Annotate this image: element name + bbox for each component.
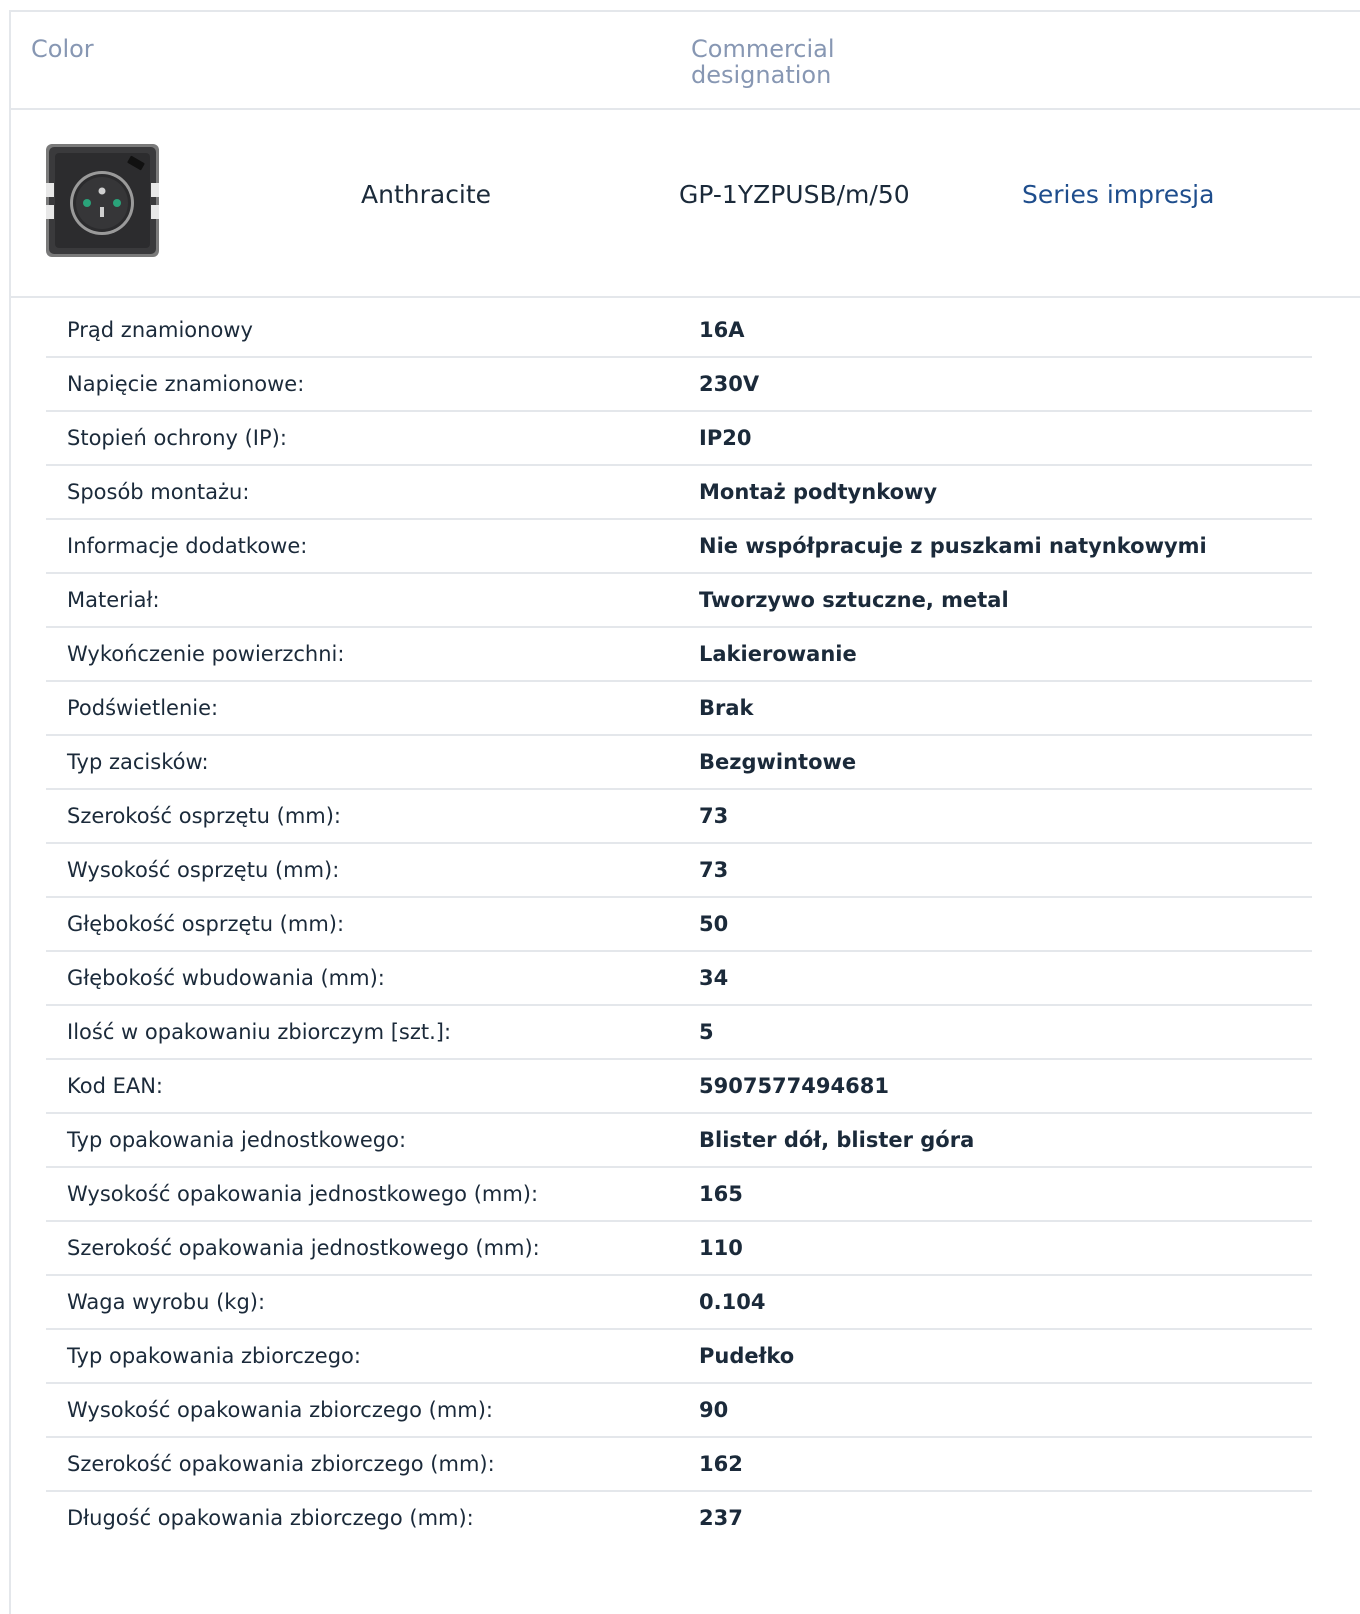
spec-value: 237 bbox=[699, 1506, 743, 1530]
spec-label: Waga wyrobu (kg): bbox=[67, 1290, 266, 1314]
spec-row: Stopień ochrony (IP): IP20 bbox=[46, 412, 1312, 466]
spec-label: Ilość w opakowaniu zbiorczym [szt.]: bbox=[67, 1020, 452, 1044]
spec-label: Wysokość opakowania jednostkowego (mm): bbox=[67, 1182, 539, 1206]
spec-label: Materiał: bbox=[67, 588, 160, 612]
spec-row: Typ opakowania zbiorczego: Pudełko bbox=[46, 1330, 1312, 1384]
spec-label: Szerokość osprzętu (mm): bbox=[67, 804, 342, 828]
spec-value: 73 bbox=[699, 804, 729, 828]
spec-row: Informacje dodatkowe: Nie współpracuje z … bbox=[46, 520, 1312, 574]
spec-row: Wykończenie powierzchni: Lakierowanie bbox=[46, 628, 1312, 682]
spec-value: Blister dół, blister góra bbox=[699, 1128, 975, 1152]
spec-value: Lakierowanie bbox=[699, 642, 857, 666]
spec-label: Głębokość wbudowania (mm): bbox=[67, 966, 385, 990]
spec-label: Głębokość osprzętu (mm): bbox=[67, 912, 345, 936]
spec-value: 5907577494681 bbox=[699, 1074, 889, 1098]
spec-label: Informacje dodatkowe: bbox=[67, 534, 308, 558]
spec-value: Brak bbox=[699, 696, 754, 720]
spec-row: Ilość w opakowaniu zbiorczym [szt.]: 5 bbox=[46, 1006, 1312, 1060]
spec-value: Nie współpracuje z puszkami natynkowymi bbox=[699, 534, 1207, 558]
spec-row: Głębokość wbudowania (mm): 34 bbox=[46, 952, 1312, 1006]
spec-row: Waga wyrobu (kg): 0.104 bbox=[46, 1276, 1312, 1330]
series-link[interactable]: Series impresja bbox=[1022, 180, 1214, 210]
spec-label: Typ opakowania zbiorczego: bbox=[67, 1344, 361, 1368]
spec-value: Montaż podtynkowy bbox=[699, 480, 938, 504]
column-header-designation: Commercial designation bbox=[691, 35, 835, 89]
spec-label: Kod EAN: bbox=[67, 1074, 163, 1098]
spec-value: 34 bbox=[699, 966, 729, 990]
spec-value: 0.104 bbox=[699, 1290, 766, 1314]
spec-label: Wysokość opakowania zbiorczego (mm): bbox=[67, 1398, 493, 1422]
spec-value: Pudełko bbox=[699, 1344, 795, 1368]
spec-label: Prąd znamionowy bbox=[67, 318, 253, 342]
spec-row: Materiał: Tworzywo sztuczne, metal bbox=[46, 574, 1312, 628]
column-header-color: Color bbox=[31, 35, 94, 63]
spec-value: 165 bbox=[699, 1182, 743, 1206]
spec-row: Szerokość opakowania jednostkowego (mm):… bbox=[46, 1222, 1312, 1276]
spec-label: Stopień ochrony (IP): bbox=[67, 426, 287, 450]
spec-value: 162 bbox=[699, 1452, 743, 1476]
spec-row: Głębokość osprzętu (mm): 50 bbox=[46, 898, 1312, 952]
spec-row: Szerokość opakowania zbiorczego (mm): 162 bbox=[46, 1438, 1312, 1492]
spec-label: Typ opakowania jednostkowego: bbox=[67, 1128, 407, 1152]
spec-row: Kod EAN: 5907577494681 bbox=[46, 1060, 1312, 1114]
spec-value: IP20 bbox=[699, 426, 752, 450]
spec-row: Typ zacisków: Bezgwintowe bbox=[46, 736, 1312, 790]
spec-label: Wykończenie powierzchni: bbox=[67, 642, 345, 666]
spec-label: Szerokość opakowania jednostkowego (mm): bbox=[67, 1236, 540, 1260]
spec-label: Napięcie znamionowe: bbox=[67, 372, 305, 396]
spec-row: Wysokość opakowania zbiorczego (mm): 90 bbox=[46, 1384, 1312, 1438]
spec-value: Bezgwintowe bbox=[699, 750, 857, 774]
spec-value: Tworzywo sztuczne, metal bbox=[699, 588, 1009, 612]
spec-label: Sposób montażu: bbox=[67, 480, 250, 504]
spec-row: Podświetlenie: Brak bbox=[46, 682, 1312, 736]
product-row: Anthracite GP-1YZPUSB/m/50 Series impres… bbox=[11, 110, 1360, 298]
spec-row: Wysokość osprzętu (mm): 73 bbox=[46, 844, 1312, 898]
spec-row: Szerokość osprzętu (mm): 73 bbox=[46, 790, 1312, 844]
spec-row: Sposób montażu: Montaż podtynkowy bbox=[46, 466, 1312, 520]
spec-row: Wysokość opakowania jednostkowego (mm): 1… bbox=[46, 1168, 1312, 1222]
spec-value: 73 bbox=[699, 858, 729, 882]
spec-label: Wysokość osprzętu (mm): bbox=[67, 858, 340, 882]
spec-row: Długość opakowania zbiorczego (mm): 237 bbox=[46, 1492, 1312, 1546]
spec-value: 16A bbox=[699, 318, 745, 342]
spec-value: 5 bbox=[699, 1020, 714, 1044]
spec-value: 230V bbox=[699, 372, 760, 396]
spec-label: Szerokość opakowania zbiorczego (mm): bbox=[67, 1452, 495, 1476]
socket-thumbnail-icon bbox=[45, 143, 160, 258]
spec-row: Prąd znamionowy 16A bbox=[46, 304, 1312, 358]
specification-list: Prąd znamionowy 16A Napięcie znamionowe: 23… bbox=[46, 304, 1312, 1546]
spec-row: Napięcie znamionowe: 230V bbox=[46, 358, 1312, 412]
spec-value: 110 bbox=[699, 1236, 743, 1260]
product-color-value: Anthracite bbox=[361, 180, 492, 209]
table-header-row: Color Commercial designation bbox=[11, 12, 1360, 110]
spec-value: 50 bbox=[699, 912, 729, 936]
spec-row: Typ opakowania jednostkowego: Blister dół… bbox=[46, 1114, 1312, 1168]
product-designation-value: GP-1YZPUSB/m/50 bbox=[679, 180, 910, 209]
spec-label: Podświetlenie: bbox=[67, 696, 219, 720]
spec-label: Długość opakowania zbiorczego (mm): bbox=[67, 1506, 474, 1530]
spec-label: Typ zacisków: bbox=[67, 750, 209, 774]
spec-value: 90 bbox=[699, 1398, 729, 1422]
